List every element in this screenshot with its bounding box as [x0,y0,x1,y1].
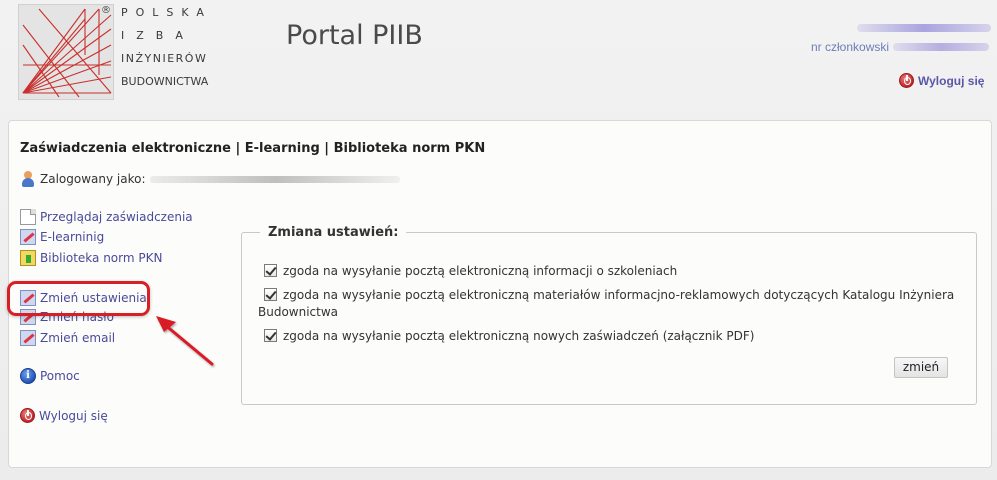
top-navigation: Zaświadczenia elektroniczne | E-learning… [20,141,485,156]
sidebar-item-label: Zmień email [40,331,116,345]
logo-line: INŻYNIERÓW [121,52,208,65]
redacted-username [149,175,400,183]
nav-link-certificates[interactable]: Zaświadczenia elektroniczne [20,141,231,156]
edit-icon [20,290,36,306]
redacted-member-number [893,43,990,51]
settings-fieldset: Zmiana ustawień: zgoda na wysyłanie pocz… [241,225,977,405]
logged-in-info: Zalogowany jako: [20,171,400,187]
option-label: zgoda na wysyłanie pocztą elektroniczną … [258,288,955,319]
sidebar-item-logout[interactable]: Wyloguj się [20,408,108,423]
sidebar-item-help[interactable]: i Pomoc [20,368,80,384]
edit-icon [20,309,36,325]
info-icon: i [20,368,36,384]
power-icon [899,73,914,88]
checkbox-new-certificates-pdf[interactable] [264,329,277,342]
settings-legend: Zmiana ustawień: [260,225,407,240]
power-icon [20,408,35,423]
user-icon [20,171,36,187]
option-training-info: zgoda na wysyłanie pocztą elektroniczną … [264,263,954,280]
redacted-user-name [857,24,991,32]
page-header: ® POLSKA IZBA INŻYNIERÓW BUDOWNICTWA Por… [0,0,997,112]
sidebar-item-label: Przeglądaj zaświadczenia [40,210,193,224]
logged-as-label: Zalogowany jako: [40,172,146,186]
sidebar-item-label: Zmień ustawienia [40,291,147,305]
logout-link-header[interactable]: Wyloguj się [899,73,984,88]
book-icon [20,250,36,266]
logout-label: Wyloguj się [918,73,985,88]
sidebar-item-pkn-library[interactable]: Biblioteka norm PKN [20,250,162,266]
sidebar-item-label: Wyloguj się [39,408,108,423]
main-panel: Zaświadczenia elektroniczne | E-learning… [8,120,992,468]
save-settings-button[interactable]: zmień [894,357,948,378]
checkbox-advertising-materials[interactable] [264,288,277,301]
option-advertising-materials: zgoda na wysyłanie pocztą elektroniczną … [258,287,970,321]
document-icon [20,209,36,225]
checkbox-training-info[interactable] [264,264,277,277]
sidebar-item-label: Zmień hasło [40,310,115,324]
logo-text: POLSKA IZBA INŻYNIERÓW BUDOWNICTWA [121,6,221,98]
member-number-label: nr członkowski [811,40,890,54]
sidebar-item-browse-certificates[interactable]: Przeglądaj zaświadczenia [20,209,193,225]
registered-mark: ® [101,5,111,16]
member-number: nr członkowski [811,40,990,54]
nav-separator: | [319,141,334,156]
logo-line: POLSKA [121,6,212,19]
nav-separator: | [230,141,245,156]
option-label: zgoda na wysyłanie pocztą elektroniczną … [283,264,678,278]
sidebar-item-label: E-learninig [40,230,105,244]
page-title: Portal PIIB [286,20,423,51]
sidebar-item-change-settings[interactable]: Zmień ustawienia [20,290,147,306]
sidebar-item-change-email[interactable]: Zmień email [20,330,115,346]
nav-link-elearning[interactable]: E-learning [245,141,320,156]
sidebar-item-change-password[interactable]: Zmień hasło [20,309,114,325]
sidebar-item-label: Pomoc [40,369,80,383]
sidebar-item-label: Biblioteka norm PKN [40,251,163,265]
edit-icon [20,229,36,245]
option-label: zgoda na wysyłanie pocztą elektroniczną … [283,329,755,343]
logo-line: BUDOWNICTWA [121,75,209,88]
option-new-certificates-pdf: zgoda na wysyłanie pocztą elektroniczną … [264,328,954,345]
piib-logo [18,4,114,100]
sidebar-item-elearning[interactable]: E-learninig [20,229,104,245]
logo-line: IZBA [121,29,195,42]
nav-link-pkn-library[interactable]: Biblioteka norm PKN [334,141,486,156]
edit-icon [20,330,36,346]
